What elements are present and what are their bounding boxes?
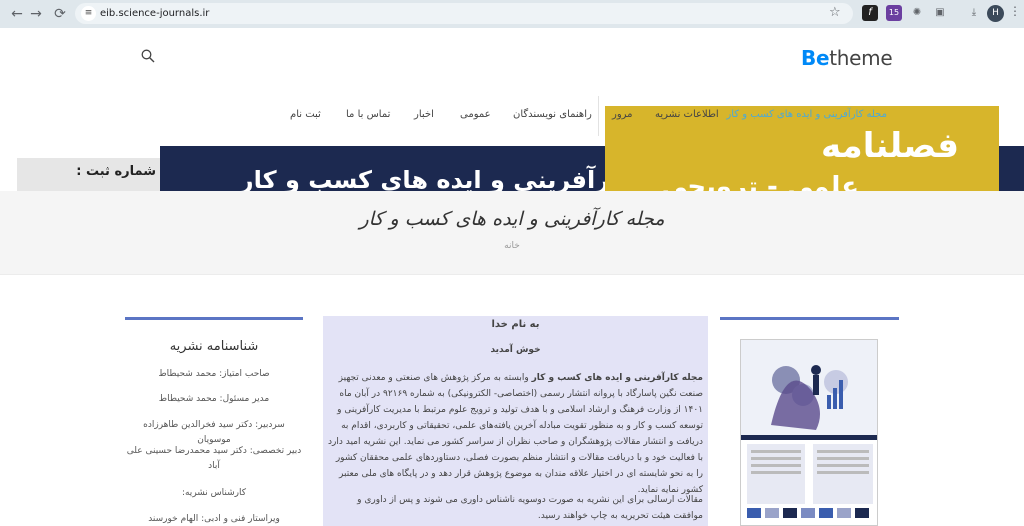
logo-theme: theme	[829, 46, 893, 70]
nav-register[interactable]: ثبت نام	[290, 109, 321, 120]
site-settings-icon[interactable]: ≡	[81, 6, 96, 21]
logo-be: Be	[801, 46, 830, 70]
banner-dark-text: کارآفرینی و ایده های کسب و کار	[239, 166, 632, 191]
site-logo[interactable]: Betheme	[801, 46, 893, 70]
basmala: به نام خدا	[491, 319, 540, 330]
intro-text: وابسته به مرکز پژوهش های صنعتی و معدنی ت…	[328, 373, 703, 495]
welcome-heading: خوش آمدید	[490, 345, 541, 355]
registration-label: شماره ثبت :	[76, 164, 156, 179]
extension-icon[interactable]: f	[862, 5, 878, 21]
avatar[interactable]: H	[987, 5, 1004, 22]
nav-journal[interactable]: مجله کارآفرینی و ایده های کسب و کار	[726, 109, 887, 120]
nav-about[interactable]: اطلاعات نشریه	[655, 109, 719, 120]
back-icon[interactable]: ←	[8, 5, 26, 23]
right-column-bar	[720, 317, 899, 320]
bookmark-star-icon[interactable]: ☆	[829, 5, 841, 20]
nav-news[interactable]: اخبار	[414, 109, 434, 120]
url-text[interactable]: eib.science-journals.ir	[100, 6, 209, 21]
page-title-bar	[0, 191, 1024, 275]
intro-paragraph: مجله کارآفرینی و ایده های کسب و کار وابس…	[327, 370, 703, 498]
nav-general[interactable]: عمومی	[460, 109, 491, 120]
cover-illustration	[741, 340, 877, 518]
more-menu-icon[interactable]: ⋮	[1009, 4, 1021, 18]
sidebar-copy-editor: ویراستار فنی و ادبی: الهام خورسند	[148, 514, 280, 524]
journal-cover-image[interactable]	[740, 339, 878, 526]
sidebar-owner: صاحب امتیاز: محمد شحیطاط	[158, 369, 270, 379]
reload-icon[interactable]: ⟳	[51, 5, 69, 23]
sidebar-specialist-editor: دبیر تخصصی: دکتر سید محمدرضا حسینی علی آ…	[126, 446, 302, 471]
banner-yellow-heading: فصلنامه	[821, 126, 959, 166]
forward-icon[interactable]: →	[27, 5, 45, 23]
extension-icon[interactable]: ✺	[909, 5, 925, 21]
nav-contact[interactable]: تماس با ما	[346, 109, 390, 120]
page-title: مجله کارآفرینی و ایده های کسب و کار	[359, 208, 665, 230]
sidebar-expert: کارشناس نشریه:	[181, 488, 247, 498]
journal-name-bold: مجله کارآفرینی و ایده های کسب و کار	[531, 373, 703, 383]
left-column-bar	[125, 317, 303, 320]
nav-divider	[598, 96, 599, 136]
search-icon[interactable]	[141, 49, 155, 63]
registration-box: شماره ثبت :	[17, 158, 160, 191]
breadcrumb[interactable]: خانه	[0, 241, 1024, 251]
sidebar-manager: مدیر مسئول: محمد شحیطاط	[158, 394, 270, 404]
extension-badge-icon[interactable]: 15	[886, 5, 902, 21]
sidebar-title: شناسنامه نشریه	[169, 339, 259, 354]
nav-browse[interactable]: مرور	[612, 109, 633, 120]
banner-yellow-subheading: علمی - ترویجی	[661, 172, 859, 191]
nav-author-guide[interactable]: راهنمای نویسندگان	[513, 109, 592, 120]
review-paragraph: مقالات ارسالی برای این نشریه به صورت دوس…	[357, 495, 703, 521]
download-icon[interactable]: ⤓	[966, 5, 982, 21]
puzzle-icon[interactable]: ▣	[932, 5, 948, 21]
